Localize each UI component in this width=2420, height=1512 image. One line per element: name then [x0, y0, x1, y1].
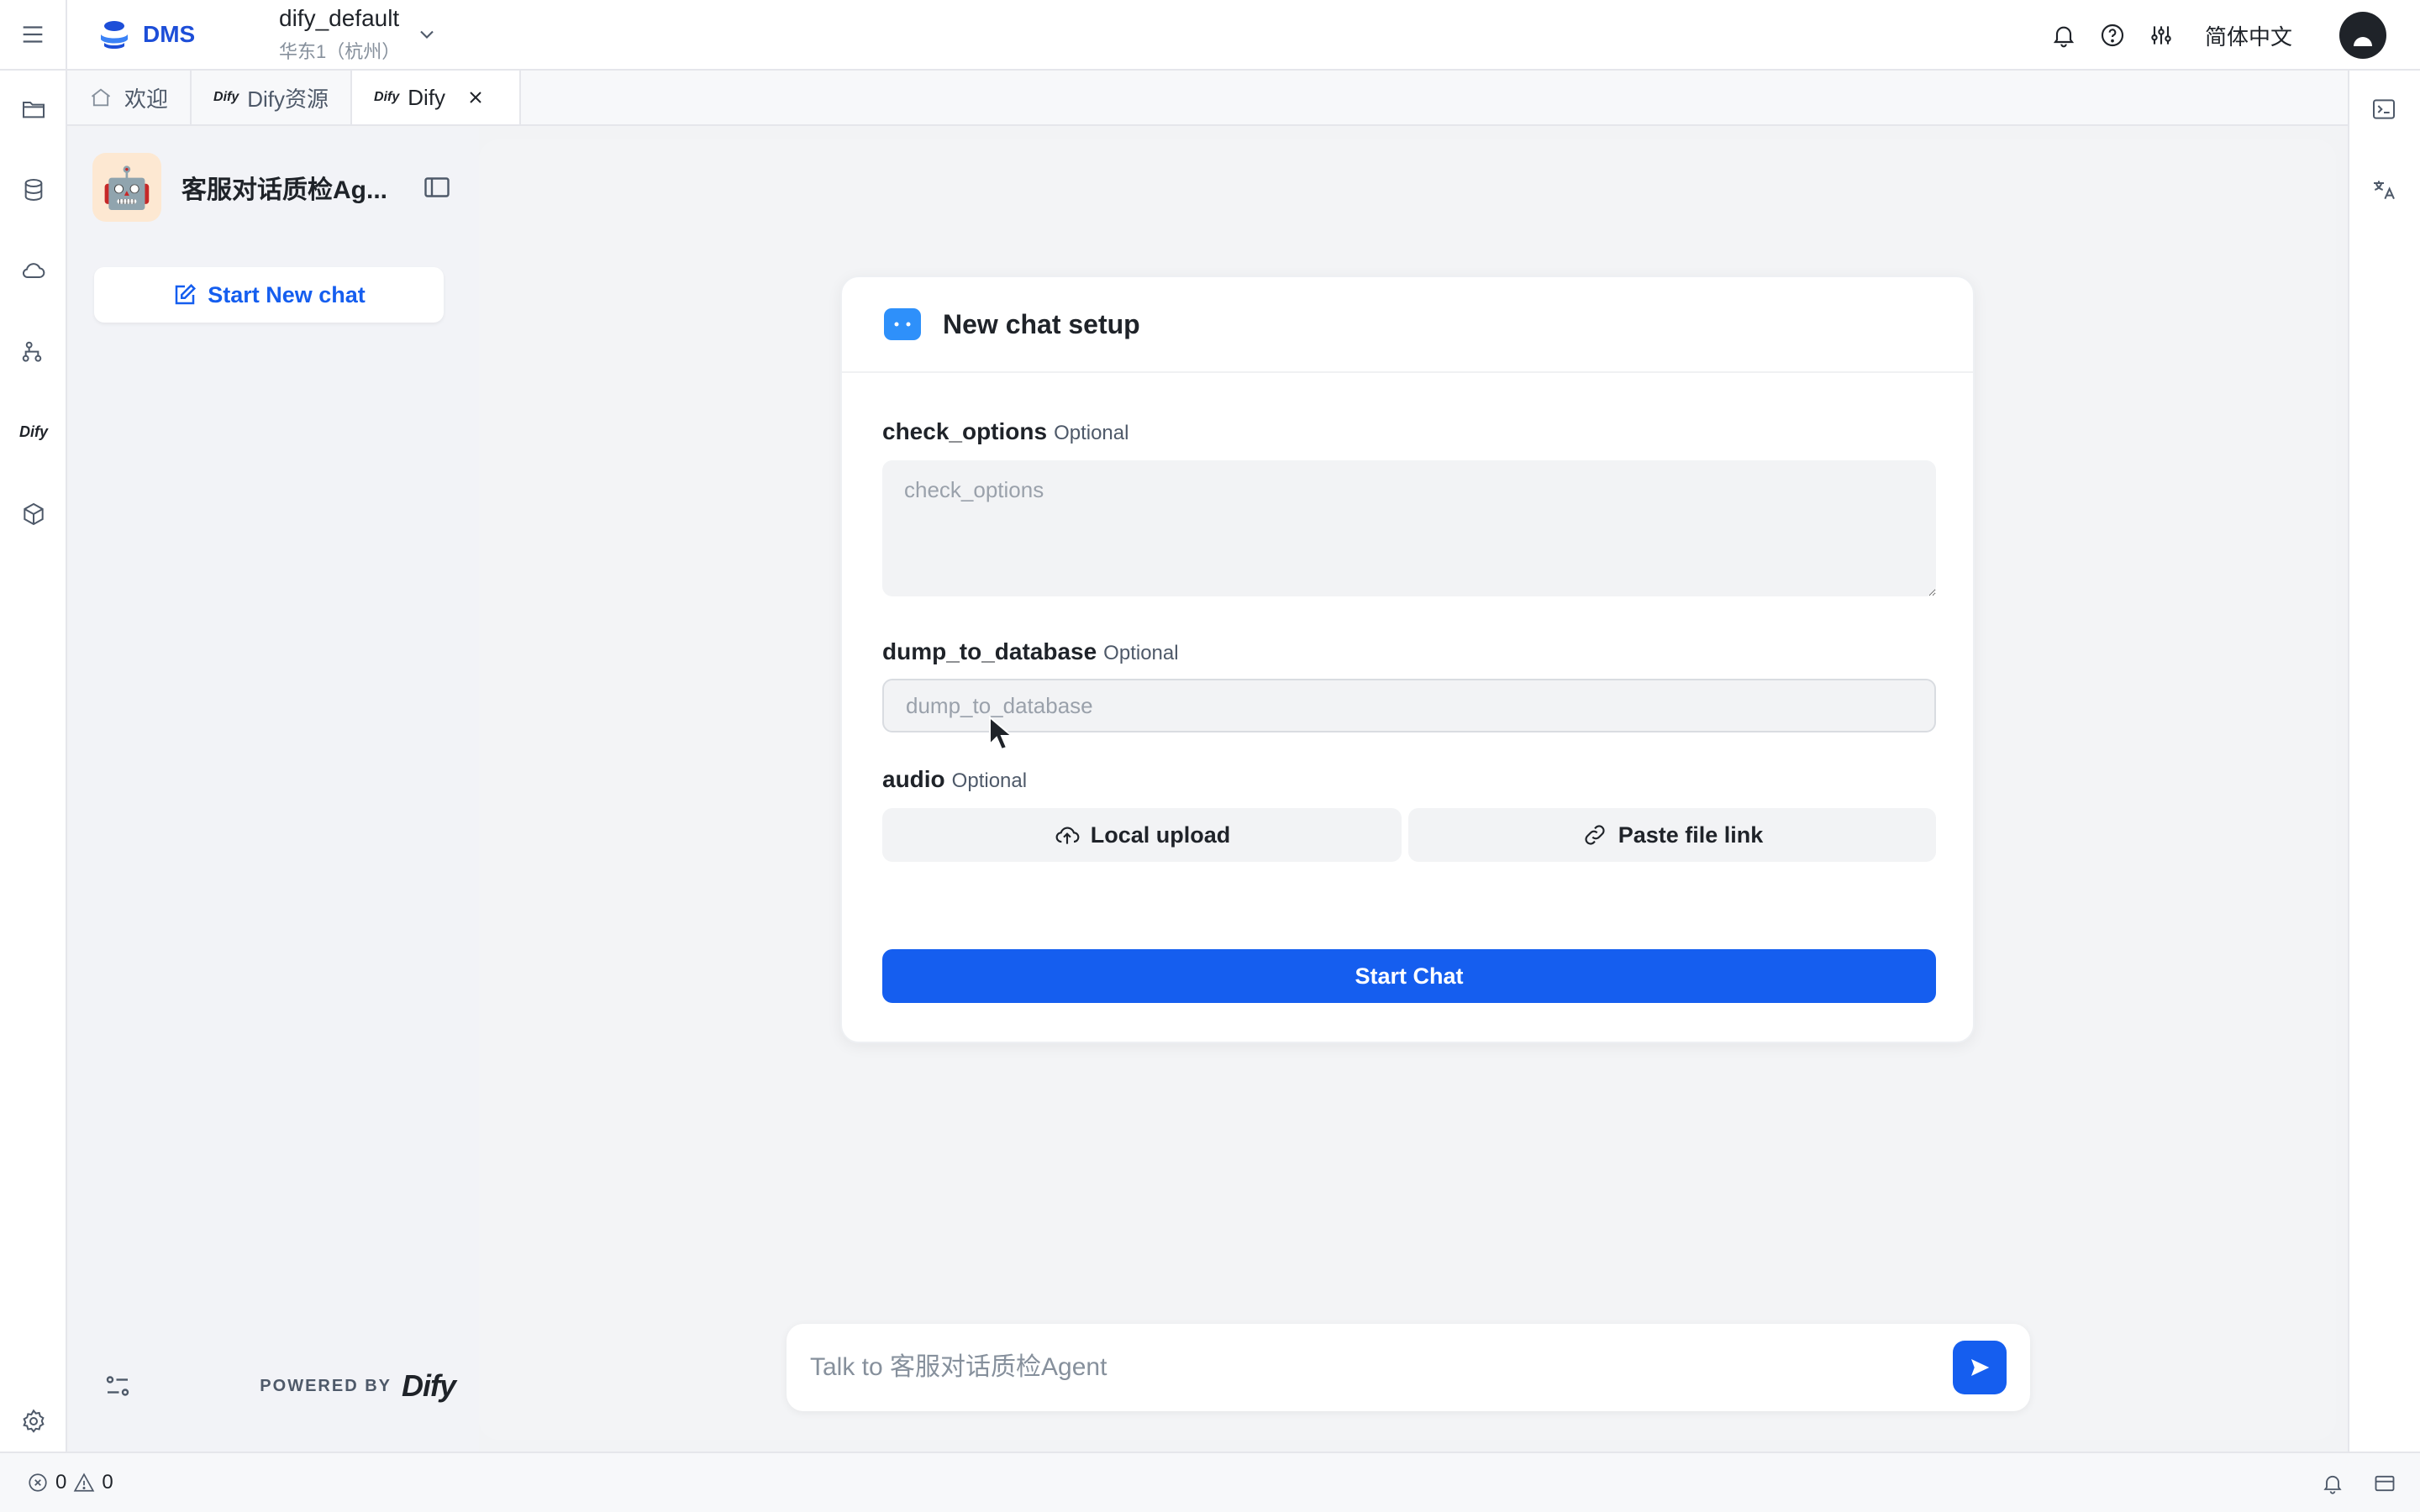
cloud-upload-icon	[1055, 827, 1080, 844]
settings-list-icon[interactable]	[103, 1371, 133, 1401]
right-rail	[2348, 71, 2420, 1452]
chat-bubble-icon	[884, 308, 921, 340]
top-bar: DMS dify_default 华东1（杭州） 简体中文	[0, 0, 2420, 71]
dify-tab-mark: Dify	[213, 90, 239, 104]
help-icon[interactable]	[2099, 22, 2126, 49]
status-bar: 0 0	[0, 1452, 2420, 1512]
app-sidebar: 🤖 客服对话质检Ag... Start New chat POWERED BY …	[69, 128, 479, 1452]
app-avatar: 🤖	[92, 153, 161, 222]
error-icon	[29, 1473, 47, 1492]
rail-cloud-button[interactable]	[0, 245, 67, 296]
setup-title: New chat setup	[943, 308, 1140, 339]
tab-dify-resources[interactable]: Dify Dify资源	[192, 71, 353, 124]
workspace-selector[interactable]: dify_default 华东1（杭州）	[279, 5, 400, 64]
warning-count: 0	[102, 1471, 113, 1494]
home-icon	[91, 88, 111, 107]
layout-panel-icon[interactable]	[2373, 1472, 2396, 1495]
cloud-icon	[22, 263, 45, 279]
menu-toggle-button[interactable]	[0, 0, 67, 70]
translate-icon	[2374, 181, 2395, 200]
start-new-chat-label: Start New chat	[208, 281, 366, 307]
start-new-chat-button[interactable]: Start New chat	[94, 267, 444, 323]
rail-settings-button[interactable]	[0, 1396, 67, 1446]
tab-bar: 欢迎 Dify Dify资源 Dify Dify	[67, 71, 2348, 126]
tab-label: Dify	[408, 84, 446, 110]
folder-icon	[23, 102, 45, 118]
package-icon	[24, 502, 44, 526]
notification-icon[interactable]	[2321, 1472, 2344, 1495]
send-button[interactable]	[1953, 1341, 2007, 1394]
dify-rail-label: Dify	[18, 423, 48, 440]
topbar-actions: 简体中文	[2050, 0, 2386, 71]
dify-tab-mark: Dify	[374, 90, 400, 104]
rail-folder-button[interactable]	[0, 84, 67, 134]
tab-dify[interactable]: Dify Dify	[352, 71, 522, 124]
field-name: dump_to_database	[882, 638, 1097, 664]
dump-to-database-label: dump_to_database Optional	[882, 638, 1179, 665]
rail-dify-button[interactable]: Dify	[0, 407, 67, 457]
rail-workflow-button[interactable]	[0, 328, 67, 378]
setup-card-header: New chat setup	[842, 277, 1973, 373]
language-selector[interactable]: 简体中文	[2205, 20, 2292, 51]
terminal-button[interactable]	[2348, 84, 2420, 134]
tab-label: 欢迎	[124, 86, 169, 112]
rail-database-button[interactable]	[0, 165, 67, 215]
app-header: 🤖 客服对话质检Ag...	[92, 153, 462, 222]
app-name: 客服对话质检Ag...	[182, 176, 387, 204]
field-name: check_options	[882, 418, 1048, 444]
workspace-region: 华东1（杭州）	[279, 41, 401, 62]
tab-welcome[interactable]: 欢迎	[67, 71, 192, 124]
chat-input-bar	[786, 1324, 2030, 1411]
chat-message-input[interactable]	[810, 1341, 1902, 1394]
dump-to-database-input[interactable]	[882, 679, 1936, 732]
dms-logo-icon	[101, 21, 128, 49]
check-options-label: check_options Optional	[882, 418, 1128, 445]
powered-by-text: POWERED BY	[260, 1376, 392, 1395]
workflow-icon	[22, 341, 42, 362]
chevron-down-icon[interactable]	[415, 23, 439, 46]
dify-logo: Dify	[401, 1368, 456, 1403]
send-icon	[1971, 1359, 1990, 1376]
tab-label: Dify资源	[247, 86, 329, 112]
problems-indicator[interactable]: 0 0	[27, 1471, 113, 1494]
start-chat-button[interactable]: Start Chat	[882, 949, 1936, 1003]
local-upload-label: Local upload	[1090, 822, 1231, 848]
terminal-icon	[2373, 99, 2395, 119]
powered-by: POWERED BY Dify	[260, 1368, 456, 1404]
mouse-cursor-icon	[989, 716, 1013, 751]
brand-name: DMS	[143, 21, 196, 47]
settings-sliders-icon[interactable]	[2148, 22, 2175, 49]
status-actions	[2321, 1453, 2396, 1512]
sidebar-collapse-icon[interactable]	[422, 172, 452, 202]
error-count: 0	[55, 1471, 67, 1494]
new-chat-setup-card: New chat setup check_options Optional dum…	[840, 276, 1975, 1043]
field-name: audio	[882, 766, 945, 792]
audio-label: audio Optional	[882, 766, 1027, 793]
optional-tag: Optional	[1103, 642, 1179, 664]
gear-icon	[23, 1409, 45, 1433]
paste-file-link-label: Paste file link	[1618, 822, 1764, 848]
optional-tag: Optional	[1054, 422, 1129, 444]
paste-file-link-button[interactable]: Paste file link	[1408, 808, 1936, 862]
local-upload-button[interactable]: Local upload	[882, 808, 1402, 862]
warning-icon	[74, 1473, 95, 1492]
edit-icon	[175, 283, 197, 305]
link-icon	[1585, 825, 1605, 845]
sidebar-footer: POWERED BY Dify	[103, 1362, 456, 1410]
workspace-name: dify_default	[279, 5, 400, 31]
translate-button[interactable]	[2348, 165, 2420, 215]
dms-logo[interactable]: DMS	[94, 14, 245, 55]
hamburger-icon	[23, 26, 43, 43]
user-avatar[interactable]	[2339, 12, 2386, 59]
rail-package-button[interactable]	[0, 489, 67, 539]
optional-tag: Optional	[951, 769, 1028, 792]
check-options-textarea[interactable]	[882, 460, 1936, 596]
database-icon	[24, 179, 43, 202]
close-icon[interactable]	[466, 87, 486, 108]
bell-icon[interactable]	[2050, 22, 2077, 49]
